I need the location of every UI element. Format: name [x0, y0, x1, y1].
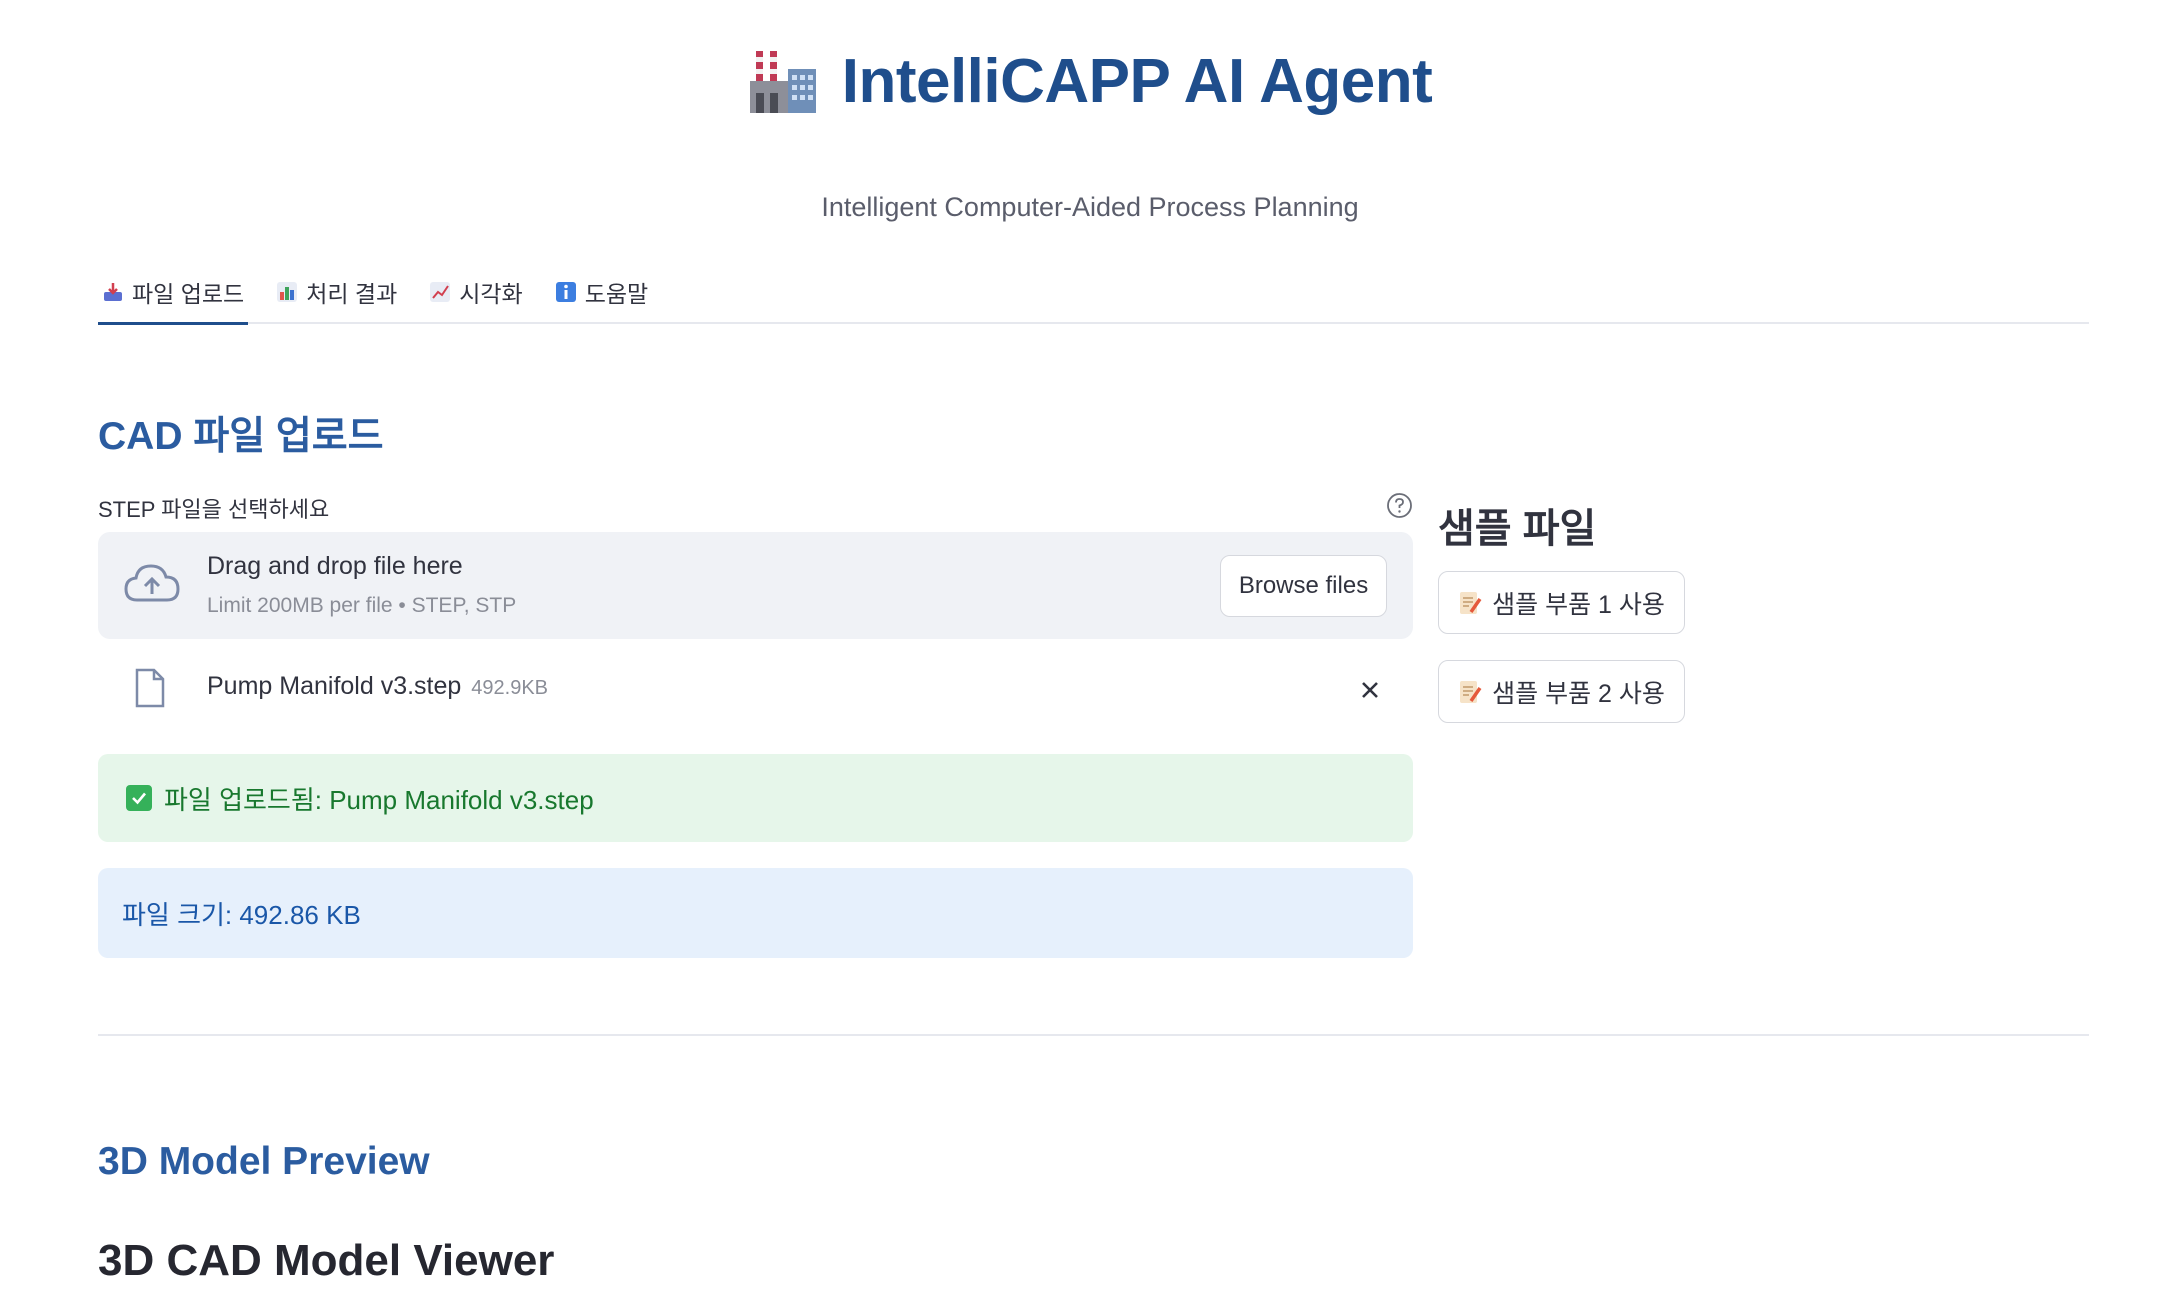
tab-file-upload[interactable]: 파일 업로드: [98, 262, 249, 325]
inbox-tray-icon: [102, 281, 124, 303]
tab-results[interactable]: 처리 결과: [272, 262, 401, 322]
uploaded-file-name: Pump Manifold v3.step 492.9KB: [207, 672, 548, 701]
remove-file-icon[interactable]: [1356, 676, 1384, 704]
upload-heading: CAD 파일 업로드: [98, 415, 384, 458]
file-icon: [134, 668, 166, 713]
tab-bar: 파일 업로드 처리 결과 시각화 도움말: [98, 262, 2089, 325]
cloud-upload-icon: [122, 560, 182, 611]
preview-heading: 3D Model Preview: [98, 1140, 430, 1183]
app-subtitle: Intelligent Computer-Aided Process Plann…: [821, 192, 1359, 222]
app-title-text: IntelliCAPP AI Agent: [841, 47, 1433, 116]
browse-files-button[interactable]: Browse files: [1220, 555, 1387, 617]
memo-icon: [1458, 679, 1482, 705]
sample-files-heading: 샘플 파일: [1438, 507, 1597, 551]
tab-visualization[interactable]: 시각화: [425, 262, 526, 322]
viewer-title: 3D CAD Model Viewer: [98, 1236, 555, 1285]
help-icon[interactable]: [1386, 492, 1413, 519]
tab-label: 파일 업로드: [132, 281, 245, 307]
sample-button-label: 샘플 부품 1 사용: [1492, 590, 1665, 619]
success-message: 파일 업로드됨: Pump Manifold v3.step: [164, 784, 594, 815]
check-mark-icon: [126, 785, 152, 811]
memo-icon: [1458, 590, 1482, 616]
upload-success-alert: 파일 업로드됨: Pump Manifold v3.step: [98, 754, 1413, 842]
uploaded-file-row: Pump Manifold v3.step 492.9KB: [98, 660, 1413, 720]
sample-part-1-button[interactable]: 샘플 부품 1 사용: [1438, 571, 1685, 634]
page-title: IntelliCAPP AI Agent: [748, 46, 1433, 117]
file-name-text: Pump Manifold v3.step: [207, 672, 462, 700]
app-header: IntelliCAPP AI Agent: [0, 46, 2180, 122]
factory-icon: [748, 47, 818, 117]
tab-help[interactable]: 도움말: [551, 262, 652, 322]
section-divider: [98, 1034, 2089, 1036]
file-uploader-label: STEP 파일을 선택하세요: [98, 497, 330, 522]
tab-label: 처리 결과: [306, 281, 398, 307]
file-dropzone[interactable]: Drag and drop file here Limit 200MB per …: [98, 532, 1413, 639]
tab-label: 시각화: [459, 281, 523, 307]
info-icon: [555, 281, 577, 303]
info-message: 파일 크기: 492.86 KB: [122, 899, 361, 930]
file-size-info-alert: 파일 크기: 492.86 KB: [98, 868, 1413, 958]
dropzone-limit: Limit 200MB per file • STEP, STP: [207, 594, 517, 617]
sample-button-label: 샘플 부품 2 사용: [1492, 679, 1665, 708]
tab-label: 도움말: [584, 281, 649, 307]
uploaded-file-size: 492.9KB: [471, 677, 549, 699]
chart-increasing-icon: [429, 281, 451, 303]
dropzone-instructions: Drag and drop file here: [207, 552, 463, 580]
bar-chart-icon: [276, 281, 298, 303]
sample-part-2-button[interactable]: 샘플 부품 2 사용: [1438, 660, 1685, 723]
